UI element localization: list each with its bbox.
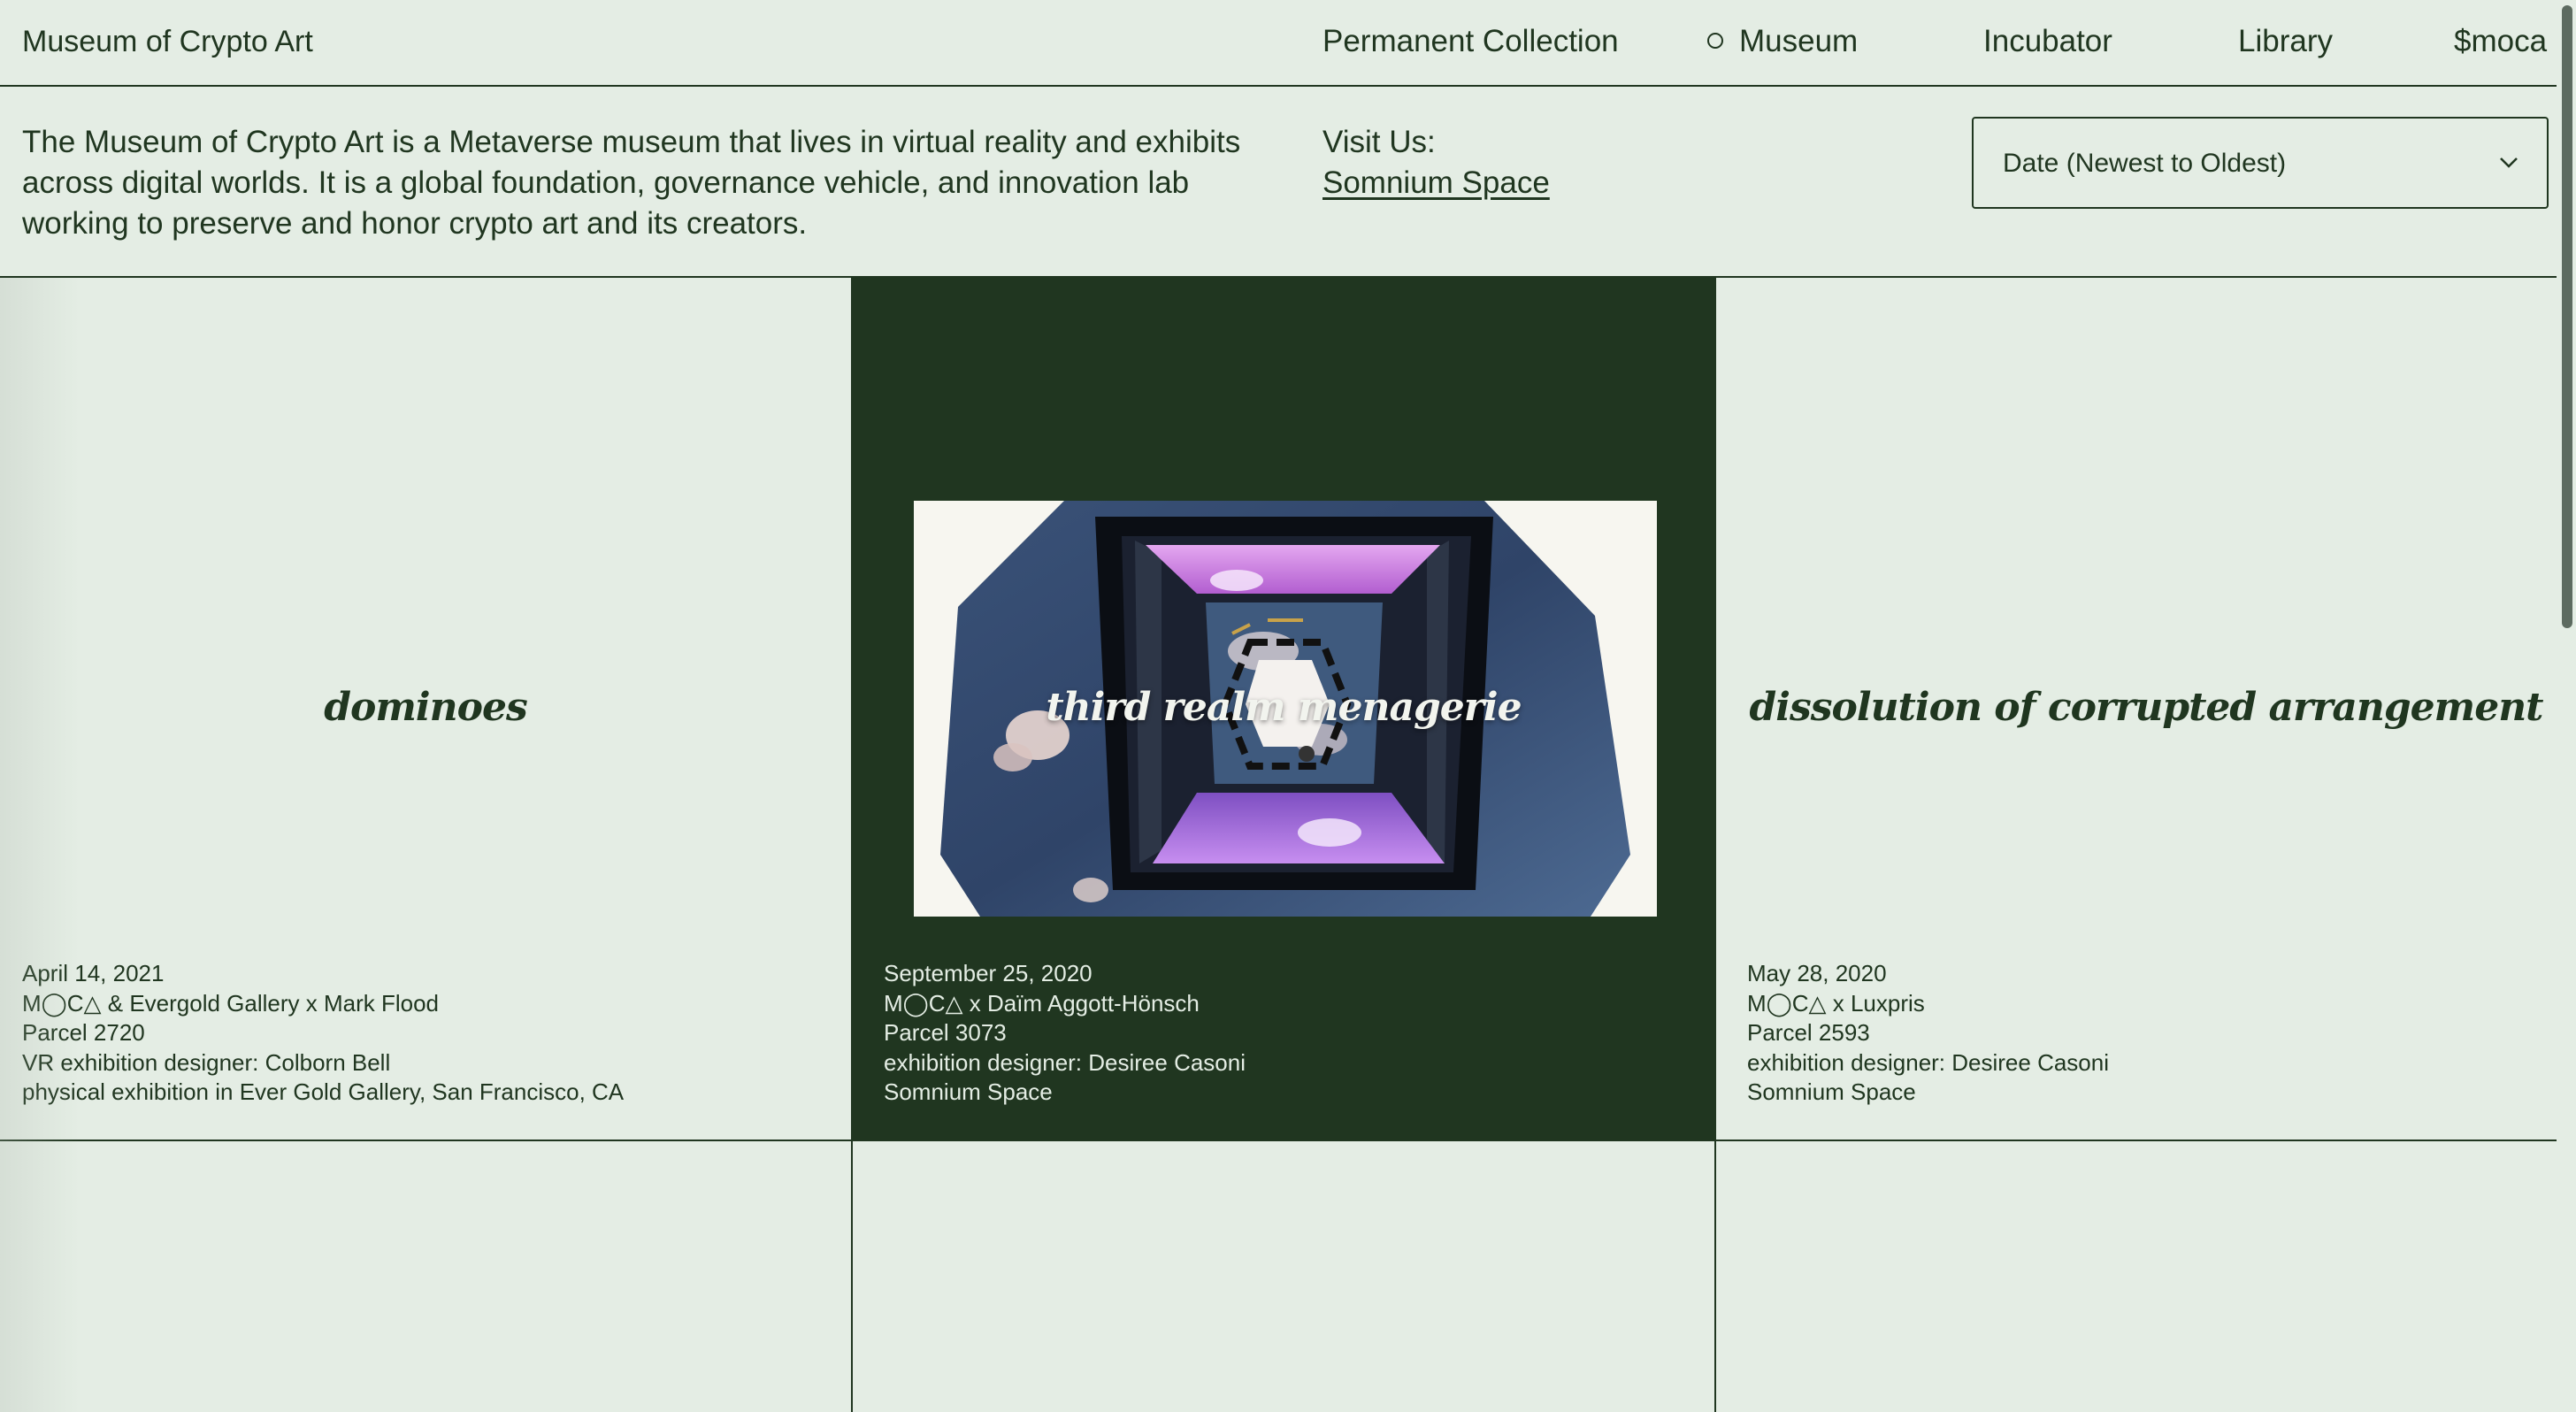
exhibition-collab: M◯C△ x Daïm Aggott-Hönsch [884, 989, 1200, 1017]
exhibition-parcel: Parcel 2720 [22, 1019, 145, 1046]
exhibitions-row [0, 1141, 2576, 1412]
exhibition-date: April 14, 2021 [22, 960, 165, 986]
site-title-link[interactable]: Museum of Crypto Art [22, 23, 313, 60]
sort-selected-value: Date (Newest to Oldest) [2003, 149, 2287, 178]
exhibition-title: third realm menagerie [1046, 685, 1522, 730]
exhibition-card[interactable] [853, 1141, 1716, 1412]
sort-dropdown[interactable]: Date (Newest to Oldest) [1972, 117, 2549, 209]
exhibition-meta: September 25, 2020 M◯C△ x Daïm Aggott-Hö… [884, 959, 1246, 1108]
exhibition-card[interactable] [1716, 1141, 2576, 1412]
nav-moca-token[interactable]: $moca [2454, 23, 2547, 60]
top-navigation: Museum of Crypto Art Permanent Collectio… [0, 0, 2576, 87]
nav-library[interactable]: Library [2238, 23, 2333, 60]
somnium-space-link[interactable]: Somnium Space [1322, 163, 1550, 203]
exhibition-designer: exhibition designer: Desiree Casoni [884, 1048, 1246, 1076]
exhibition-collab: M◯C△ & Evergold Gallery x Mark Flood [22, 989, 439, 1017]
exhibition-collab: M◯C△ x Luxpris [1747, 989, 1925, 1017]
visit-us-label: Visit Us: [1322, 125, 1436, 159]
exhibition-card-dissolution-of-corrupted-arrangement[interactable]: dissolution of corrupted arrangement May… [1716, 278, 2576, 1140]
exhibition-card[interactable] [0, 1141, 853, 1412]
exhibition-parcel: Parcel 2593 [1747, 1019, 1870, 1046]
exhibition-meta: April 14, 2021 M◯C△ & Evergold Gallery x… [22, 959, 624, 1108]
chevron-down-icon [2500, 157, 2518, 168]
nav-museum[interactable]: Museum [1707, 23, 1858, 60]
exhibition-location: Somnium Space [1747, 1078, 1916, 1105]
exhibition-designer: VR exhibition designer: Colborn Bell [22, 1048, 391, 1076]
exhibition-card-third-realm-menagerie[interactable]: third realm menagerie September 25, 2020… [853, 278, 1716, 1140]
exhibition-card-dominoes[interactable]: dominoes April 14, 2021 M◯C△ & Evergold … [0, 278, 853, 1140]
exhibition-title: dominoes [324, 685, 528, 730]
museum-description: The Museum of Crypto Art is a Metaverse … [22, 125, 1241, 241]
intro-section: The Museum of Crypto Art is a Metaverse … [0, 87, 2576, 278]
exhibition-parcel: Parcel 3073 [884, 1019, 1007, 1046]
exhibition-location: Somnium Space [884, 1078, 1053, 1105]
exhibition-title: dissolution of corrupted arrangement [1749, 685, 2543, 730]
exhibitions-row: dominoes April 14, 2021 M◯C△ & Evergold … [0, 278, 2576, 1141]
exhibition-date: September 25, 2020 [884, 960, 1092, 986]
nav-permanent-collection[interactable]: Permanent Collection [1322, 23, 1619, 60]
exhibition-meta: May 28, 2020 M◯C△ x Luxpris Parcel 2593 … [1747, 959, 2109, 1108]
nav-museum-label: Museum [1739, 24, 1859, 58]
nav-incubator[interactable]: Incubator [1983, 23, 2112, 60]
scrollbar-thumb[interactable] [2562, 5, 2572, 628]
exhibition-location: physical exhibition in Ever Gold Gallery… [22, 1078, 625, 1105]
active-indicator-icon [1707, 33, 1723, 49]
exhibition-designer: exhibition designer: Desiree Casoni [1747, 1048, 2110, 1076]
vertical-scrollbar[interactable] [2557, 0, 2576, 1412]
exhibition-date: May 28, 2020 [1747, 960, 1887, 986]
